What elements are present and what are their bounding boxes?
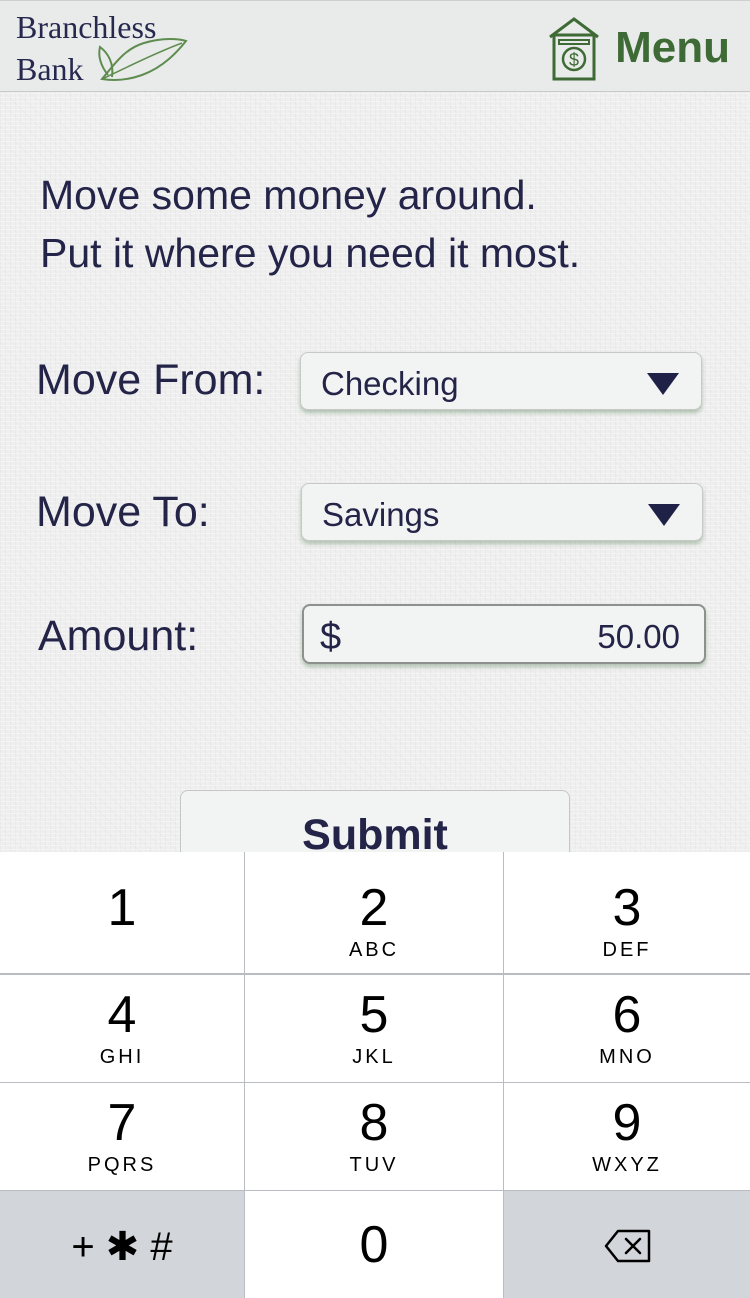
key-8[interactable]: 8 TUV bbox=[245, 1083, 503, 1190]
key-digit: 3 bbox=[612, 879, 642, 937]
move-from-value: Checking bbox=[321, 365, 459, 402]
key-6[interactable]: 6 MNO bbox=[504, 975, 750, 1082]
key-4[interactable]: 4 GHI bbox=[0, 975, 244, 1082]
key-letters: GHI bbox=[99, 1046, 145, 1068]
key-5[interactable]: 5 JKL bbox=[245, 975, 503, 1082]
submit-button[interactable]: Submit bbox=[180, 790, 570, 860]
amount-value: 50.00 bbox=[597, 618, 680, 655]
menu-label: Menu bbox=[615, 23, 730, 72]
move-from-select[interactable]: Checking bbox=[300, 352, 702, 410]
move-from-label: Move From: bbox=[36, 356, 266, 404]
headline-line1: Move some money around. bbox=[40, 172, 537, 218]
amount-label: Amount: bbox=[38, 612, 199, 660]
app-header: Branchless Bank $ Menu bbox=[0, 0, 750, 92]
backspace-icon bbox=[604, 1229, 651, 1263]
house-dollar-icon: $ bbox=[549, 17, 600, 81]
key-letters: JKL bbox=[352, 1046, 396, 1068]
key-digit: 1 bbox=[107, 879, 137, 937]
key-2[interactable]: 2 ABC bbox=[245, 852, 503, 973]
key-digit: 0 bbox=[359, 1216, 389, 1274]
key-digit: 6 bbox=[612, 986, 642, 1044]
dropdown-arrow-icon bbox=[647, 373, 679, 395]
delete-key[interactable] bbox=[504, 1191, 750, 1298]
key-7[interactable]: 7 PQRS bbox=[0, 1083, 244, 1190]
key-letters: TUV bbox=[349, 1154, 399, 1176]
symbols-label: + ✱ # bbox=[71, 1225, 173, 1269]
key-digit: 9 bbox=[612, 1094, 642, 1152]
key-letters: ABC bbox=[348, 939, 400, 961]
key-3[interactable]: 3 DEF bbox=[504, 852, 750, 973]
move-to-select[interactable]: Savings bbox=[301, 483, 703, 541]
currency-symbol: $ bbox=[320, 616, 342, 658]
page-headline: Move some money around. Put it where you… bbox=[40, 166, 720, 282]
leaf-icon bbox=[98, 38, 188, 81]
key-digit: 8 bbox=[359, 1094, 389, 1152]
numeric-keypad: 1 2 ABC 3 DEF 4 GHI 5 JKL 6 MNO 7 PQRS 8… bbox=[0, 852, 750, 1298]
key-digit: 4 bbox=[107, 986, 137, 1044]
headline-line2: Put it where you need it most. bbox=[40, 230, 581, 276]
menu-button[interactable]: $ Menu bbox=[547, 13, 730, 83]
branchless-bank-logo[interactable]: Branchless Bank bbox=[16, 9, 196, 87]
key-9[interactable]: 9 WXYZ bbox=[504, 1083, 750, 1190]
symbols-key[interactable]: + ✱ # bbox=[0, 1191, 244, 1298]
svg-text:$: $ bbox=[569, 50, 579, 70]
key-0[interactable]: 0 bbox=[245, 1191, 503, 1298]
key-1[interactable]: 1 bbox=[0, 852, 244, 973]
amount-input[interactable]: $ 50.00 bbox=[302, 604, 706, 664]
key-letters: MNO bbox=[599, 1046, 655, 1068]
key-digit: 2 bbox=[359, 879, 389, 937]
key-letters: DEF bbox=[602, 939, 652, 961]
key-digit: 7 bbox=[107, 1094, 137, 1152]
move-to-label: Move To: bbox=[36, 488, 210, 536]
dropdown-arrow-icon bbox=[648, 504, 680, 526]
key-digit: 5 bbox=[359, 986, 389, 1044]
logo-text-line2: Bank bbox=[16, 51, 84, 87]
move-to-value: Savings bbox=[322, 496, 440, 533]
key-letters: WXYZ bbox=[592, 1154, 662, 1176]
key-letters: PQRS bbox=[87, 1154, 157, 1176]
